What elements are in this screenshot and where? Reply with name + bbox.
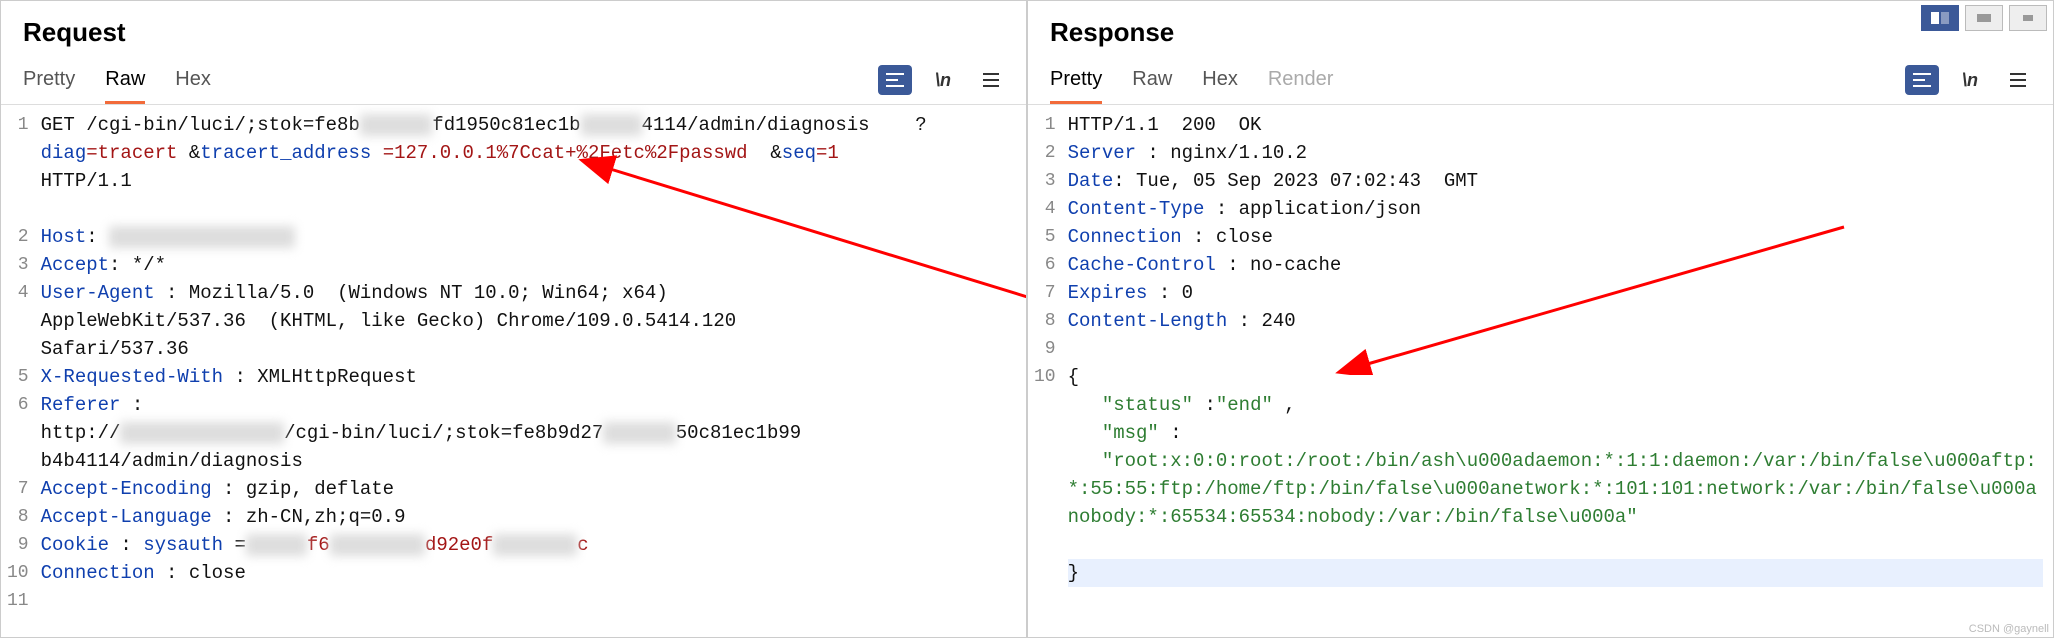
tab-hex[interactable]: Hex	[1202, 62, 1238, 104]
response-gutter: 12345678910	[1028, 105, 1064, 637]
code-line[interactable]: Date: Tue, 05 Sep 2023 07:02:43 GMT	[1068, 167, 2043, 195]
response-title: Response	[1028, 1, 2053, 62]
code-line[interactable]: Cache-Control : no-cache	[1068, 251, 2043, 279]
tab-hex[interactable]: Hex	[175, 62, 211, 104]
response-tabs-row: Pretty Raw Hex Render \n	[1028, 62, 2053, 105]
request-tabs-row: Pretty Raw Hex \n	[1, 62, 1026, 105]
tab-raw[interactable]: Raw	[105, 62, 145, 104]
code-line[interactable]: }	[1068, 559, 2043, 587]
response-tabs-tools: \n	[1905, 65, 2035, 101]
code-line[interactable]: User-Agent : Mozilla/5.0 (Windows NT 10.…	[41, 279, 1016, 363]
response-pane: Response Pretty Raw Hex Render \n 123456…	[1027, 0, 2054, 638]
code-line[interactable]: X-Requested-With : XMLHttpRequest	[41, 363, 1016, 391]
menu-icon[interactable]	[974, 65, 1008, 95]
menu-icon[interactable]	[2001, 65, 2035, 95]
response-code[interactable]: HTTP/1.1 200 OKServer : nginx/1.10.2Date…	[1064, 105, 2053, 637]
response-code-area[interactable]: 12345678910 HTTP/1.1 200 OKServer : ngin…	[1028, 105, 2053, 637]
code-line[interactable]: Accept-Language : zh-CN,zh;q=0.9	[41, 503, 1016, 531]
tab-pretty[interactable]: Pretty	[23, 62, 75, 104]
code-line[interactable]: HTTP/1.1 200 OK	[1068, 111, 2043, 139]
format-icon[interactable]	[1905, 65, 1939, 95]
code-line[interactable]: Accept-Encoding : gzip, deflate	[41, 475, 1016, 503]
tab-render[interactable]: Render	[1268, 62, 1334, 104]
code-line[interactable]	[1068, 335, 2043, 363]
request-gutter: 1234567891011	[1, 105, 37, 637]
format-icon[interactable]	[878, 65, 912, 95]
layout-tools	[1921, 5, 2047, 31]
code-line[interactable]	[41, 587, 1016, 615]
code-line[interactable]: Accept: */*	[41, 251, 1016, 279]
code-line[interactable]: "msg" :	[1068, 419, 2043, 447]
response-tabs: Pretty Raw Hex Render	[1050, 62, 1333, 104]
request-tabs-tools: \n	[878, 65, 1008, 101]
code-line[interactable]: Content-Length : 240	[1068, 307, 2043, 335]
wrap-toggle[interactable]: \n	[1953, 65, 1987, 95]
code-line[interactable]: Expires : 0	[1068, 279, 2043, 307]
wrap-toggle[interactable]: \n	[926, 65, 960, 95]
code-line[interactable]: "root:x:0:0:root:/root:/bin/ash\u000adae…	[1068, 447, 2043, 559]
code-line[interactable]: {	[1068, 363, 2043, 391]
request-code[interactable]: GET /cgi-bin/luci/;stok=fe8bxxxxxxfd1950…	[37, 105, 1026, 637]
tab-raw[interactable]: Raw	[1132, 62, 1172, 104]
request-title: Request	[1, 1, 1026, 62]
layout-split-icon[interactable]	[1921, 5, 1959, 31]
request-tabs: Pretty Raw Hex	[23, 62, 211, 104]
watermark: CSDN @gaynell	[1969, 623, 2049, 635]
code-line[interactable]: Content-Type : application/json	[1068, 195, 2043, 223]
code-line[interactable]: Referer : http://xxxxxxxxxxxxxx/cgi-bin/…	[41, 391, 1016, 475]
request-code-area[interactable]: 1234567891011 GET /cgi-bin/luci/;stok=fe…	[1, 105, 1026, 637]
code-line[interactable]: Connection : close	[1068, 223, 2043, 251]
code-line[interactable]: Server : nginx/1.10.2	[1068, 139, 2043, 167]
layout-grid-icon[interactable]	[1965, 5, 2003, 31]
code-line[interactable]: GET /cgi-bin/luci/;stok=fe8bxxxxxxfd1950…	[41, 111, 1016, 223]
tab-pretty[interactable]: Pretty	[1050, 62, 1102, 104]
code-line[interactable]: Connection : close	[41, 559, 1016, 587]
layout-single-icon[interactable]	[2009, 5, 2047, 31]
code-line[interactable]: Host: xxxxxxxxxxxxxxxx	[41, 223, 1016, 251]
request-pane: Request Pretty Raw Hex \n 1234567891011 …	[0, 0, 1027, 638]
code-line[interactable]: Cookie : sysauth =xxxxxf6xxxxxxxxd92e0fx…	[41, 531, 1016, 559]
code-line[interactable]: "status" :"end" ,	[1068, 391, 2043, 419]
